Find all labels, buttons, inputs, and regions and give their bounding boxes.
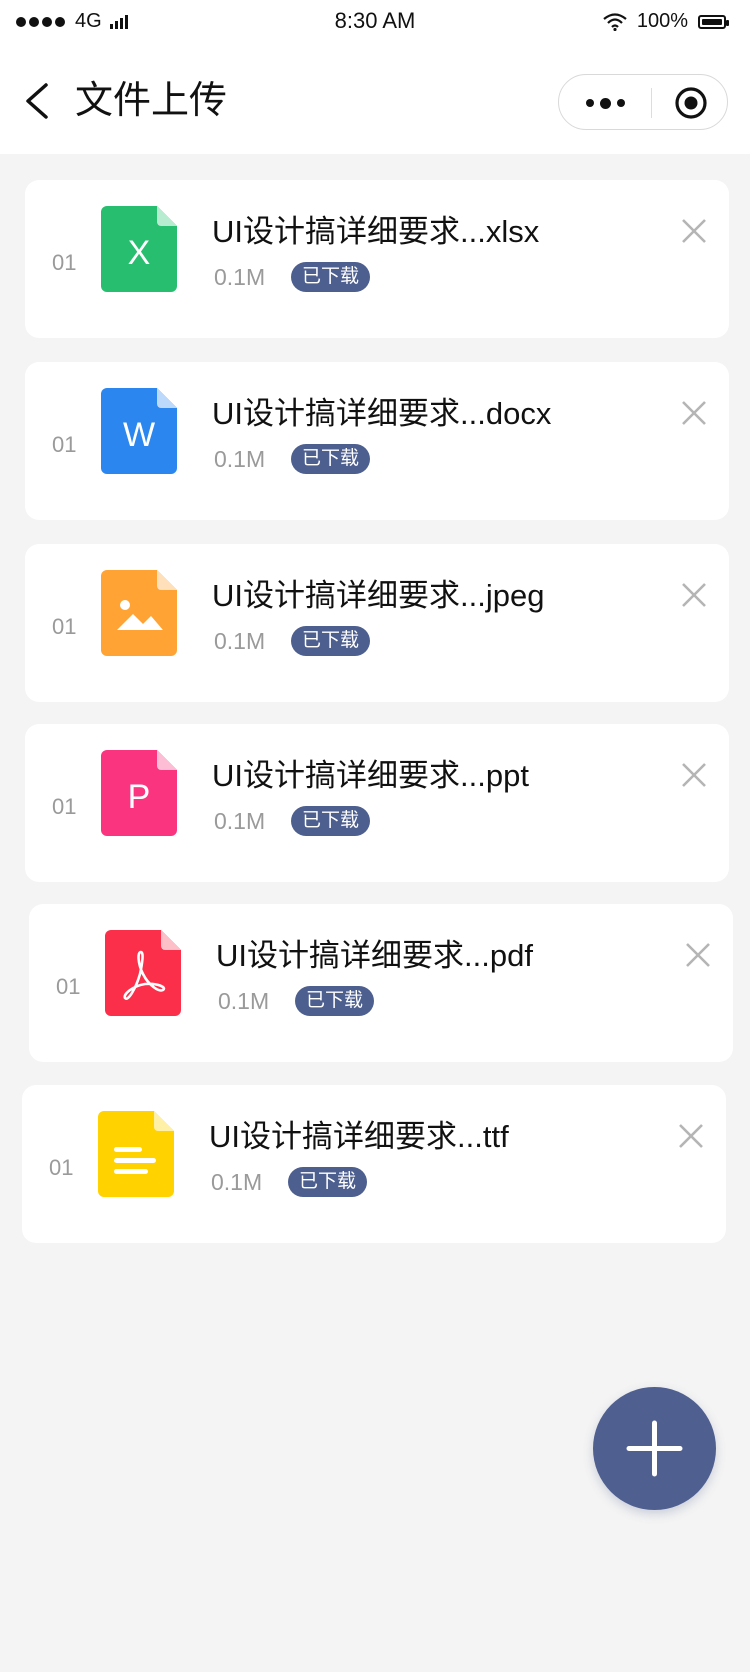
- status-badge: 已下载: [291, 444, 371, 474]
- file-size: 0.1M: [218, 988, 270, 1014]
- page-title: 文件上传: [75, 80, 228, 122]
- file-name: UI设计搞详细要求...docx: [212, 396, 552, 431]
- mini-program-capsule: [558, 74, 728, 130]
- excel-icon: X: [101, 206, 177, 292]
- delete-button[interactable]: [679, 760, 709, 790]
- status-badge: 已下载: [291, 626, 371, 656]
- more-dot-center: [599, 97, 611, 109]
- delete-button[interactable]: [676, 1121, 706, 1151]
- close-icon: [682, 219, 706, 243]
- wifi-icon: [603, 12, 627, 31]
- more-dot-right: [616, 99, 625, 107]
- file-name: UI设计搞详细要求...ppt: [212, 758, 529, 793]
- ppt-icon: P: [101, 750, 177, 836]
- status-bar: 4G 8:30 AM 100%: [0, 0, 750, 46]
- battery-percent: 100%: [636, 10, 688, 32]
- text-file-icon: [98, 1111, 174, 1197]
- file-size: 0.1M: [211, 1169, 263, 1195]
- navigation-bar: 文件上传: [0, 46, 750, 154]
- file-card[interactable]: 01 X UI设计搞详细要求...xlsx 0.1M 已下载: [25, 180, 729, 338]
- delete-button[interactable]: [679, 580, 709, 610]
- file-card[interactable]: 01 W UI设计搞详细要求...docx 0.1M 已下载: [25, 362, 729, 520]
- file-size: 0.1M: [214, 446, 266, 472]
- file-name: UI设计搞详细要求...xlsx: [212, 214, 540, 249]
- file-card[interactable]: 01 UI设计搞详细要求...jpeg 0.1M 已下载: [25, 544, 729, 702]
- file-card[interactable]: 01 P UI设计搞详细要求...ppt 0.1M 已下载: [25, 724, 729, 882]
- close-icon: [682, 763, 706, 787]
- close-icon: [682, 583, 706, 607]
- file-name: UI设计搞详细要求...pdf: [216, 938, 533, 973]
- pdf-icon: [105, 930, 181, 1016]
- file-size: 0.1M: [214, 264, 266, 290]
- word-icon: W: [101, 388, 177, 474]
- image-icon: [101, 570, 177, 656]
- file-index: 01: [49, 1155, 74, 1180]
- close-icon: [679, 1124, 703, 1148]
- icon-letter: X: [128, 234, 151, 272]
- more-button[interactable]: [559, 75, 651, 131]
- chevron-left-icon: [26, 83, 48, 119]
- file-index: 01: [56, 974, 81, 999]
- file-index: 01: [52, 250, 77, 275]
- add-file-button[interactable]: [593, 1387, 716, 1510]
- file-index: 01: [52, 614, 77, 639]
- file-card[interactable]: 01 UI设计搞详细要求...pdf 0.1M 已下载: [29, 904, 733, 1062]
- target-close-icon: [674, 87, 707, 119]
- file-index: 01: [52, 432, 77, 457]
- status-right: 100%: [603, 10, 729, 33]
- icon-letter: W: [123, 416, 155, 454]
- battery-icon: [698, 14, 729, 29]
- delete-button[interactable]: [683, 940, 713, 970]
- file-name: UI设计搞详细要求...ttf: [209, 1119, 509, 1154]
- delete-button[interactable]: [679, 398, 709, 428]
- more-dots-icon: [585, 99, 594, 107]
- file-size: 0.1M: [214, 808, 266, 834]
- file-card[interactable]: 01 UI设计搞详细要求...ttf 0.1M 已下载: [22, 1085, 726, 1243]
- delete-button[interactable]: [679, 216, 709, 246]
- file-name: UI设计搞详细要求...jpeg: [212, 578, 545, 613]
- close-icon: [686, 943, 710, 967]
- file-index: 01: [52, 794, 77, 819]
- icon-letter: P: [128, 778, 151, 816]
- back-button[interactable]: [14, 76, 64, 126]
- close-icon: [682, 401, 706, 425]
- close-mini-program-button[interactable]: [652, 75, 729, 131]
- status-badge: 已下载: [291, 262, 371, 292]
- plus-icon: [626, 1420, 683, 1477]
- status-badge: 已下载: [288, 1167, 368, 1197]
- file-size: 0.1M: [214, 628, 266, 654]
- status-badge: 已下载: [295, 986, 375, 1016]
- status-badge: 已下载: [291, 806, 371, 836]
